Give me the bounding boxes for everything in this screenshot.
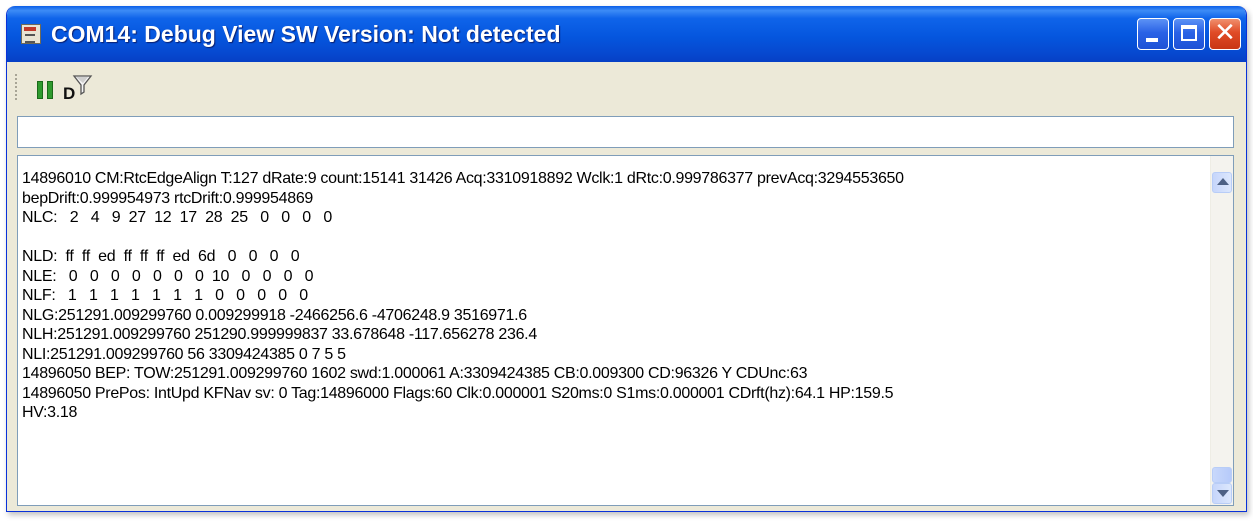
log-line: 14896050 PrePos: IntUpd KFNav sv: 0 Tag:…: [22, 384, 894, 402]
toolbar: D: [7, 62, 1246, 114]
pause-icon[interactable]: [37, 81, 53, 99]
scroll-down-button[interactable]: [1212, 483, 1232, 504]
app-icon[interactable]: [21, 24, 41, 44]
log-lines: 14896010 CM:RtcEdgeAlign T:127 dRate:9 c…: [22, 169, 1205, 423]
log-line: 14896010 CM:RtcEdgeAlign T:127 dRate:9 c…: [22, 170, 904, 187]
log-line: NLI:251291.009299760 56 3309424385 0 7 5…: [22, 345, 346, 363]
log-line: NLC: 2 4 9 27 12 17 28 25 0 0 0 0: [22, 209, 332, 226]
title-bar[interactable]: COM14: Debug View SW Version: Not detect…: [7, 6, 1246, 62]
close-icon: ✕: [1214, 18, 1236, 48]
scrollbar-thumb[interactable]: [1212, 467, 1232, 483]
scroll-up-button[interactable]: [1212, 172, 1232, 193]
vertical-scrollbar[interactable]: [1210, 156, 1233, 505]
log-line: 14896050 BEP: TOW:251291.009299760 1602 …: [22, 365, 808, 382]
filter-letter: D: [63, 84, 76, 103]
maximize-icon: [1181, 25, 1197, 41]
scroll-up-arrow-icon: [1217, 178, 1229, 185]
command-input[interactable]: [17, 116, 1234, 148]
log-line: NLG:251291.009299760 0.009299918 -246625…: [22, 306, 527, 324]
minimize-button[interactable]: [1137, 18, 1169, 50]
minimize-icon: [1146, 38, 1158, 42]
log-line: bepDrift:0.999954973 rtcDrift:0.99995486…: [22, 189, 314, 207]
log-line: HV:3.18: [22, 404, 78, 421]
log-output-panel[interactable]: 14896010 CM:RtcEdgeAlign T:127 dRate:9 c…: [17, 155, 1234, 506]
log-line: NLH:251291.009299760 251290.999999837 33…: [22, 326, 537, 343]
scroll-down-arrow-icon: [1217, 490, 1229, 497]
window-title: COM14: Debug View SW Version: Not detect…: [51, 21, 561, 47]
close-button[interactable]: ✕: [1209, 18, 1241, 50]
log-line: NLD: ff ff ed ff ff ff ed 6d 0 0 0 0: [22, 248, 300, 265]
debug-view-window: COM14: Debug View SW Version: Not detect…: [6, 6, 1247, 512]
maximize-button[interactable]: [1173, 18, 1205, 50]
log-line: NLE: 0 0 0 0 0 0 0 10 0 0 0 0: [22, 267, 314, 285]
log-line: NLF: 1 1 1 1 1 1 1 0 0 0 0 0: [22, 287, 308, 304]
toolbar-grip[interactable]: [15, 74, 17, 100]
filter-icon[interactable]: D: [63, 74, 93, 104]
